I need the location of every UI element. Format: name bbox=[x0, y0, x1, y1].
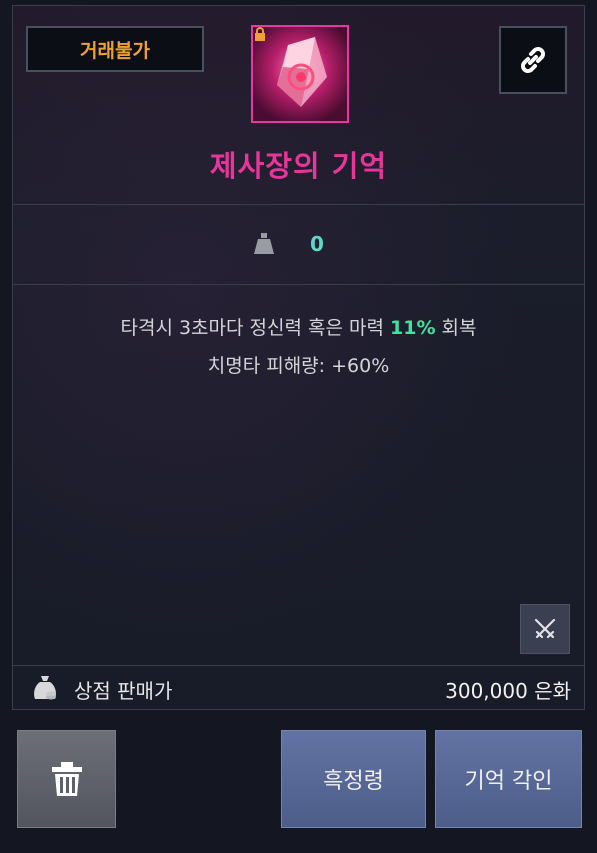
divider bbox=[12, 284, 585, 285]
black-spirit-button[interactable]: 흑정령 bbox=[281, 730, 426, 828]
weight-icon bbox=[254, 233, 274, 254]
swap-button[interactable] bbox=[520, 604, 570, 654]
memory-engrave-button[interactable]: 기억 각인 bbox=[435, 730, 582, 828]
shop-sell-price-label: 상점 판매가 bbox=[74, 679, 173, 703]
effect-line-2: 치명타 피해량: +60% bbox=[207, 355, 390, 377]
delete-button[interactable] bbox=[17, 730, 116, 828]
lock-icon bbox=[255, 27, 265, 41]
crystal-icon bbox=[277, 37, 327, 107]
shop-sell-price-value: 300,000 은화 bbox=[445, 679, 571, 703]
effect-text: 회복 bbox=[435, 317, 477, 339]
crossed-swords-icon bbox=[534, 618, 556, 639]
memory-engrave-label: 기억 각인 bbox=[464, 769, 553, 794]
shop-sell-price-row: 상점 판매가 300,000 은화 bbox=[12, 665, 585, 709]
weight-value: 0 bbox=[310, 232, 324, 256]
trade-status-badge: 거래불가 bbox=[26, 26, 204, 72]
trash-icon bbox=[51, 762, 82, 796]
divider bbox=[12, 204, 585, 205]
item-icon[interactable] bbox=[251, 25, 349, 123]
item-name: 제사장의 기억 bbox=[209, 149, 388, 183]
link-button[interactable] bbox=[499, 26, 567, 94]
black-spirit-label: 흑정령 bbox=[323, 769, 384, 794]
link-icon bbox=[521, 47, 545, 73]
effect-text: 타격시 3초마다 정신력 혹은 마력 bbox=[120, 317, 391, 339]
effect-highlight: 11% bbox=[390, 317, 436, 339]
money-bag-icon bbox=[34, 676, 56, 700]
effect-line-1: 타격시 3초마다 정신력 혹은 마력 11% 회복 bbox=[0, 313, 597, 340]
